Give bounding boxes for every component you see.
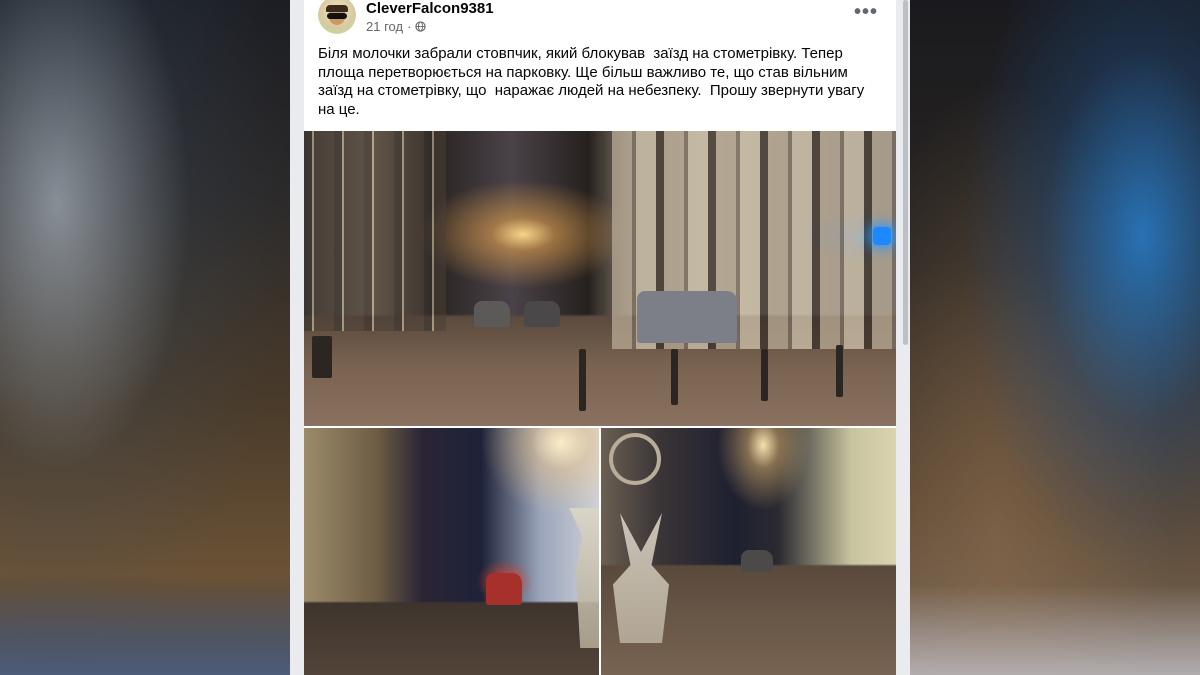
photo-night-street-lamps[interactable] — [304, 428, 599, 675]
more-options-button[interactable]: ••• — [854, 2, 878, 22]
apple-icon — [873, 227, 891, 245]
post-author[interactable]: CleverFalcon9381 — [366, 0, 494, 17]
scrollbar-thumb[interactable] — [903, 0, 908, 345]
blurred-background-left — [0, 0, 290, 675]
parked-car — [637, 291, 737, 343]
sculpture — [569, 508, 599, 648]
photo-night-square-sculpture[interactable] — [601, 428, 896, 675]
building-left — [304, 131, 446, 331]
blurred-background-right — [910, 0, 1200, 675]
globe-icon[interactable] — [415, 21, 427, 32]
photo-night-street-bollards[interactable] — [304, 131, 896, 426]
bollard — [671, 349, 678, 405]
bollard — [836, 345, 843, 397]
avatar[interactable] — [318, 0, 356, 34]
bollard — [761, 349, 768, 401]
parked-car — [741, 550, 773, 572]
post-time[interactable]: 21 год — [366, 19, 403, 34]
parked-car — [524, 301, 560, 327]
post-text: Біля молочки забрали стовпчик, який блок… — [318, 45, 865, 118]
post-meta: 21 год · — [366, 19, 427, 34]
parked-car — [486, 573, 522, 605]
parked-car — [474, 301, 510, 327]
avatar-face-icon — [324, 5, 350, 25]
post-card: CleverFalcon9381 21 год · ••• Біля молоч… — [304, 0, 896, 675]
bollard — [312, 336, 332, 378]
sculpture-wheel — [609, 433, 661, 485]
feed-gutter-left — [290, 0, 304, 675]
bollard — [579, 349, 586, 411]
sculpture — [613, 513, 669, 643]
meta-separator: · — [407, 19, 412, 34]
